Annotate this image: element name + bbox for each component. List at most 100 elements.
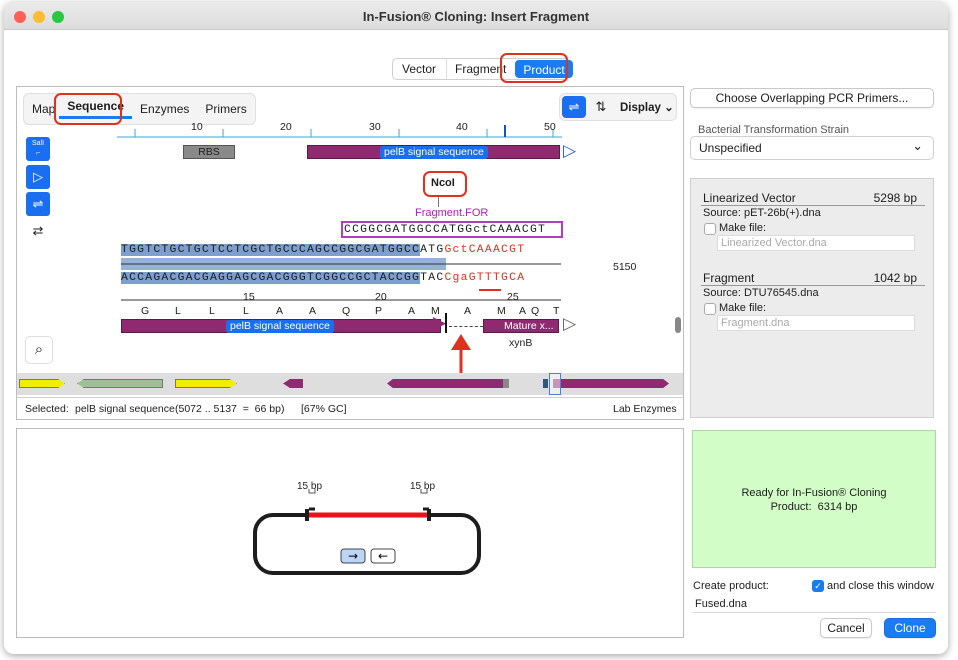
feature-marker-grey bbox=[503, 379, 509, 388]
close-window-checkbox[interactable]: ✓ bbox=[812, 580, 824, 592]
map-view-window[interactable] bbox=[549, 373, 561, 395]
pelb-arrow-icon: ▷ bbox=[563, 141, 577, 160]
vector-title: Linearized Vector bbox=[703, 191, 796, 205]
aa-letter: Q bbox=[531, 305, 540, 317]
ready-status: Ready for In-Fusion® Cloning Product: 63… bbox=[692, 430, 936, 568]
bottom-strand: ACCAGACGACGAGGAGCGACGGGTCGGCCGCTACCGGTAC… bbox=[121, 271, 525, 286]
top-strand-atg[interactable]: ATG bbox=[420, 244, 444, 256]
swap-icon[interactable]: ⇄ bbox=[26, 219, 50, 243]
aa-letter: Q bbox=[342, 305, 351, 317]
top-strand-selected[interactable]: TGGTCTGCTGCTCCTCGCTGCCCAGCCGGCGATGGCC bbox=[121, 244, 421, 256]
fragment-make-file-checkbox[interactable] bbox=[704, 303, 716, 315]
cancel-button[interactable]: Cancel bbox=[820, 618, 872, 638]
feature-arrow-purple bbox=[387, 379, 503, 388]
wrap-toggle-icon[interactable]: ⇌ bbox=[562, 96, 586, 118]
aa-letter: G bbox=[141, 305, 150, 317]
strand-ticks bbox=[121, 258, 561, 270]
aa-letter: L bbox=[209, 305, 215, 317]
fragment-title: Fragment bbox=[703, 271, 755, 285]
map-overview-strip[interactable] bbox=[17, 373, 683, 395]
selected-gc: [67% GC] bbox=[301, 403, 347, 415]
top-strand-insert[interactable]: GctCAAACGT bbox=[444, 244, 525, 256]
dashed-link bbox=[449, 326, 483, 327]
fragment-source: Source: DTU76545.dna bbox=[703, 287, 819, 299]
vector-file-field[interactable]: Linearized Vector.dna bbox=[717, 235, 915, 251]
aa-letter: L bbox=[175, 305, 181, 317]
strain-group: Bacterial Transformation Strain Unspecif… bbox=[690, 124, 934, 160]
bottom-strand-insert[interactable]: CgaGTTTGCA bbox=[444, 272, 525, 284]
feature-arrow-yellow-2 bbox=[175, 379, 237, 388]
aa-letter: A bbox=[276, 305, 284, 317]
top-strand: TGGTCTGCTGCTCCTCGCTGCCCAGCCGGCGATGGCCATG… bbox=[121, 243, 525, 258]
primer-sequence[interactable]: CCGGCGATGGCCATGGctCAAACGT bbox=[341, 221, 563, 238]
strain-select[interactable]: Unspecified ⌄ bbox=[690, 136, 934, 160]
ruler-label-10: 10 bbox=[191, 121, 203, 133]
sali-enzyme-icon[interactable]: SalI ⌐ bbox=[26, 137, 50, 161]
fragment-make-label: Make file: bbox=[719, 302, 767, 314]
aa-letter: P bbox=[375, 305, 383, 317]
strain-label: Bacterial Transformation Strain bbox=[698, 124, 850, 136]
rbs-feature[interactable]: RBS bbox=[183, 145, 235, 159]
title-bar: In-Fusion® Cloning: Insert Fragment bbox=[4, 2, 948, 30]
fragment-bp: 1042 bp bbox=[873, 271, 917, 285]
bottom-strand-tac[interactable]: TAC bbox=[420, 272, 444, 284]
aa-letter: A bbox=[408, 305, 416, 317]
tab-primers[interactable]: Primers bbox=[197, 102, 254, 116]
feature-icon[interactable]: ▷ bbox=[26, 165, 50, 189]
bottom-strand-selected[interactable]: ACCAGACGACGAGGAGCGACGGGTCGGCCGCTACCGG bbox=[121, 272, 421, 284]
orf-icon[interactable]: ⇌ bbox=[26, 192, 50, 216]
pelb-feature-top[interactable]: pelB signal sequence bbox=[307, 145, 560, 159]
clone-button[interactable]: Clone bbox=[884, 618, 936, 638]
enzyme-set[interactable]: Lab Enzymes bbox=[613, 403, 677, 415]
mature-feature[interactable]: Mature x... bbox=[483, 319, 559, 333]
pelb-feature-bottom-label: pelB signal sequence bbox=[226, 320, 334, 333]
ruler-label-50: 50 bbox=[544, 121, 556, 133]
zoom-icon[interactable]: ⌕ bbox=[25, 336, 53, 364]
fusion-diagram: → ← bbox=[253, 489, 481, 575]
close-window-label: and close this window bbox=[827, 580, 935, 592]
product-name-field[interactable]: Fused.dna bbox=[692, 596, 936, 613]
spacing-icon[interactable]: ⇅ bbox=[590, 96, 612, 118]
aa-letter: T bbox=[553, 305, 560, 317]
primer-name[interactable]: Fragment.FOR bbox=[415, 207, 488, 219]
aa-number-25: 25 bbox=[507, 291, 519, 303]
strain-value: Unspecified bbox=[699, 141, 762, 155]
svg-text:→: → bbox=[348, 549, 358, 563]
right-overlap-label: 15 bp bbox=[410, 481, 436, 492]
chevron-down-icon: ⌄ bbox=[912, 138, 923, 153]
cga-underline bbox=[479, 289, 501, 291]
cursor-marker bbox=[445, 313, 447, 333]
ready-line-2: Product: 6314 bp bbox=[770, 501, 858, 513]
position-label: 5150 bbox=[613, 261, 637, 273]
window-title: In-Fusion® Cloning: Insert Fragment bbox=[362, 9, 590, 24]
selected-name: pelB signal sequence bbox=[75, 403, 175, 415]
ready-line-1: Ready for In-Fusion® Cloning bbox=[741, 487, 887, 499]
ncoi-tick bbox=[438, 197, 439, 207]
svg-text:←: ← bbox=[378, 549, 388, 563]
annotation-arrow bbox=[451, 334, 471, 376]
vertical-scrollbar[interactable] bbox=[675, 317, 681, 333]
tab-enzymes[interactable]: Enzymes bbox=[132, 102, 197, 116]
feature-arrow-green bbox=[77, 379, 163, 388]
aa-letter: A bbox=[309, 305, 317, 317]
create-product-label: Create product: bbox=[693, 580, 769, 592]
pelb-feature-top-label: pelB signal sequence bbox=[380, 146, 488, 159]
vector-divider bbox=[701, 205, 925, 206]
vector-source: Source: pET-26b(+).dna bbox=[703, 207, 821, 219]
highlight-ncoi bbox=[423, 171, 467, 197]
tab-vector[interactable]: Vector bbox=[393, 59, 446, 79]
choose-primers-button[interactable]: Choose Overlapping PCR Primers... bbox=[690, 88, 934, 108]
fragment-file-field[interactable]: Fragment.dna bbox=[717, 315, 915, 331]
display-menu[interactable]: Display ⌄ bbox=[620, 100, 674, 114]
pelb-feature-bottom[interactable]: pelB signal sequence bbox=[121, 319, 441, 333]
fusion-diagram-panel: → ← 15 bp 15 bp bbox=[16, 428, 684, 638]
ruler-label-20: 20 bbox=[280, 121, 292, 133]
ruler-labels: 10 20 30 40 50 bbox=[117, 121, 577, 135]
left-overlap-label: 15 bp bbox=[297, 481, 323, 492]
selected-range: (5072 .. 5137 = 66 bp) bbox=[175, 403, 285, 415]
selected-label: Selected: bbox=[25, 403, 69, 415]
status-bar: Selected: pelB signal sequence (5072 .. … bbox=[17, 397, 683, 419]
vector-bp: 5298 bp bbox=[873, 191, 917, 205]
vector-make-file-checkbox[interactable] bbox=[704, 223, 716, 235]
feature-arrow-purple-small bbox=[283, 379, 303, 388]
